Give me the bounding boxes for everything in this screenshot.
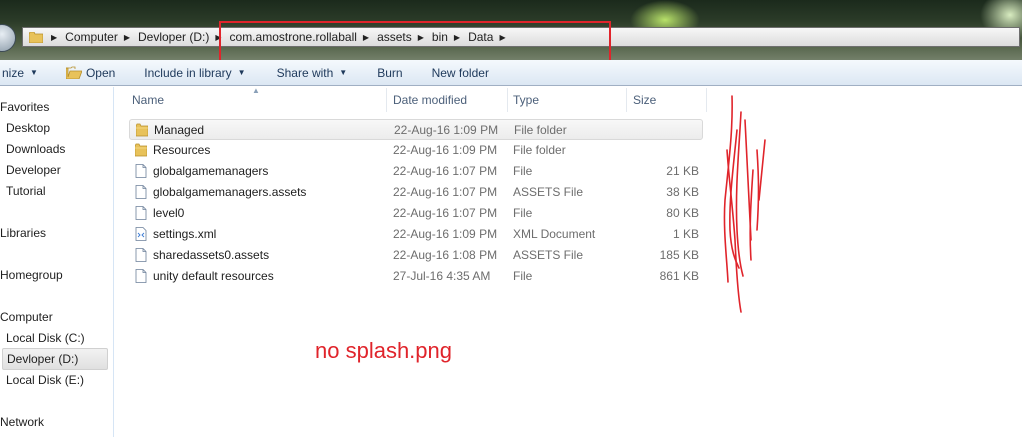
nav-item-devloper-d[interactable]: Devloper (D:)	[2, 348, 108, 370]
file-icon	[135, 248, 147, 262]
column-header-size[interactable]: Size	[633, 88, 656, 112]
nav-item-developer[interactable]: Developer	[6, 160, 61, 180]
column-header-date-modified[interactable]: Date modified	[393, 88, 467, 112]
column-divider[interactable]	[507, 88, 508, 112]
file-type: ASSETS File	[513, 248, 584, 262]
nav-item-local-disk-c[interactable]: Local Disk (C:)	[6, 328, 85, 348]
chevron-down-icon: ▼	[237, 68, 246, 77]
back-button[interactable]	[0, 24, 16, 52]
sort-ascending-icon: ▲	[252, 86, 260, 95]
file-size: 185 KB	[659, 248, 699, 262]
file-row[interactable]: settings.xml 22-Aug-16 1:09 PM XML Documen…	[129, 224, 703, 245]
file-date-modified: 27-Jul-16 4:35 AM	[393, 269, 491, 283]
nav-item-downloads[interactable]: Downloads	[6, 139, 65, 159]
folder-icon	[136, 123, 148, 137]
new-folder-button[interactable]: New folder	[432, 66, 489, 80]
file-size: 80 KB	[666, 206, 699, 220]
file-name: globalgamemanagers.assets	[153, 185, 307, 199]
file-type: ASSETS File	[513, 185, 584, 199]
nav-computer[interactable]: Computer	[0, 307, 53, 327]
command-toolbar: nize ▼ Open Include in library ▼ Share w…	[0, 60, 1022, 86]
file-name: settings.xml	[153, 227, 217, 241]
nav-libraries[interactable]: Libraries	[0, 223, 46, 243]
chevron-down-icon: ▼	[339, 68, 348, 77]
file-date-modified: 22-Aug-16 1:09 PM	[393, 227, 498, 241]
file-type: XML Document	[513, 227, 596, 241]
file-icon	[135, 206, 147, 220]
chevron-down-icon: ▼	[30, 68, 38, 77]
include-in-library-label: Include in library	[144, 65, 232, 80]
organize-button[interactable]: nize ▼	[2, 66, 38, 80]
file-date-modified: 22-Aug-16 1:08 PM	[393, 248, 498, 262]
file-name: unity default resources	[153, 269, 274, 283]
file-icon	[135, 269, 147, 283]
file-row[interactable]: level0 22-Aug-16 1:07 PM File 80 KB	[129, 203, 703, 224]
breadcrumb-drive[interactable]: Devloper (D:)	[138, 30, 209, 44]
open-button[interactable]: Open	[65, 65, 116, 80]
file-type: File	[513, 164, 533, 178]
burn-label: Burn	[377, 65, 403, 80]
file-name: globalgamemanagers	[153, 164, 269, 178]
file-size: 1 KB	[672, 227, 699, 241]
nav-item-desktop[interactable]: Desktop	[6, 118, 50, 138]
organize-label: nize	[2, 65, 25, 80]
file-size: 861 KB	[659, 269, 699, 283]
share-with-label: Share with	[276, 65, 334, 80]
file-size: 38 KB	[666, 185, 699, 199]
file-type: File	[513, 269, 533, 283]
column-divider[interactable]	[706, 88, 707, 112]
file-date-modified: 22-Aug-16 1:07 PM	[393, 206, 498, 220]
file-name: Managed	[154, 123, 205, 137]
navigation-pane: Favorites Desktop Downloads Developer Tu…	[0, 87, 114, 437]
file-row[interactable]: globalgamemanagers 22-Aug-16 1:07 PM File 2…	[129, 161, 703, 182]
file-size: 21 KB	[666, 164, 699, 178]
file-row[interactable]: Managed 22-Aug-16 1:09 PM File folder	[129, 119, 703, 140]
xml-file-icon	[135, 227, 147, 241]
file-date-modified: 22-Aug-16 1:07 PM	[393, 185, 498, 199]
column-divider[interactable]	[386, 88, 387, 112]
file-name: level0	[153, 206, 185, 220]
new-folder-label: New folder	[431, 65, 489, 80]
file-name: Resources	[153, 143, 211, 157]
column-divider[interactable]	[626, 88, 627, 112]
file-row[interactable]: unity default resources 27-Jul-16 4:35 AM…	[129, 266, 703, 287]
nav-network[interactable]: Network	[0, 412, 44, 432]
breadcrumb-computer[interactable]: Computer	[65, 30, 118, 44]
open-folder-icon	[65, 66, 82, 79]
annotation-note: no splash.png	[315, 338, 452, 363]
column-header-name[interactable]: Name	[132, 88, 164, 112]
file-type: File	[513, 206, 533, 220]
file-date-modified: 22-Aug-16 1:09 PM	[393, 143, 498, 157]
nav-item-tutorial[interactable]: Tutorial	[6, 181, 46, 201]
file-row[interactable]: Resources 22-Aug-16 1:09 PM File folder	[129, 140, 703, 161]
burn-button[interactable]: Burn	[377, 66, 402, 80]
nav-favorites[interactable]: Favorites	[0, 97, 49, 117]
folder-icon	[135, 143, 147, 157]
file-icon	[135, 185, 147, 199]
nav-item-local-disk-e[interactable]: Local Disk (E:)	[6, 370, 84, 390]
open-label: Open	[85, 65, 116, 80]
column-header-type[interactable]: Type	[513, 88, 539, 112]
red-scribble-annotation	[723, 95, 766, 313]
nav-homegroup[interactable]: Homegroup	[0, 265, 63, 285]
file-icon	[135, 164, 147, 178]
file-date-modified: 22-Aug-16 1:09 PM	[394, 123, 499, 137]
chevron-right-icon[interactable]: ▶	[124, 33, 130, 42]
folder-icon	[29, 31, 43, 43]
file-date-modified: 22-Aug-16 1:07 PM	[393, 164, 498, 178]
file-row[interactable]: sharedassets0.assets 22-Aug-16 1:08 PM ASS…	[129, 245, 703, 266]
share-with-button[interactable]: Share with ▼	[277, 66, 348, 80]
chevron-right-icon[interactable]: ▶	[51, 33, 57, 42]
file-name: sharedassets0.assets	[153, 248, 270, 262]
file-type: File folder	[514, 123, 567, 137]
file-type: File folder	[513, 143, 566, 157]
file-row[interactable]: globalgamemanagers.assets 22-Aug-16 1:07 …	[129, 182, 703, 203]
include-in-library-button[interactable]: Include in library ▼	[144, 66, 245, 80]
